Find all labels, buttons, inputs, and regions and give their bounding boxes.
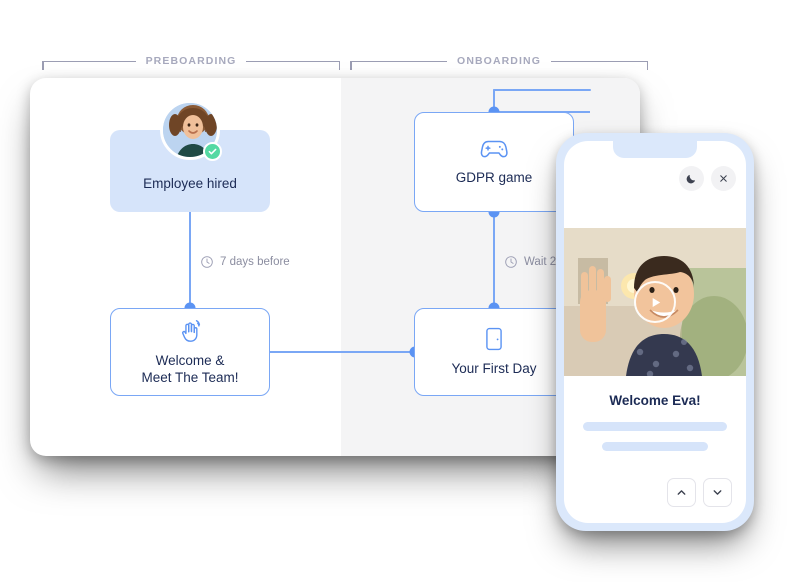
text-placeholder-line <box>602 442 708 451</box>
phone-welcome-title: Welcome Eva! <box>609 393 701 408</box>
play-button[interactable] <box>634 281 676 323</box>
moon-icon <box>685 172 698 185</box>
phase-header-onboarding: ONBOARDING <box>350 50 649 72</box>
flow-node-your-first-day[interactable]: Your First Day <box>414 308 574 396</box>
workflow-board: Employee hired Welcome & Meet The Team! <box>30 78 640 456</box>
phase-header-preboarding: PREBOARDING <box>42 50 341 72</box>
flow-node-label: Your First Day <box>451 361 537 377</box>
phase-label-onboarding: ONBOARDING <box>457 55 541 67</box>
flow-node-label: Welcome & Meet The Team! <box>141 352 239 385</box>
chevron-down-icon <box>711 486 724 499</box>
chevron-up-icon <box>675 486 688 499</box>
bracket-left-preboarding <box>42 57 136 70</box>
waving-hand-icon <box>177 318 203 344</box>
phone-notch <box>613 141 697 158</box>
avatar <box>160 100 222 161</box>
welcome-video[interactable] <box>564 228 746 376</box>
check-icon <box>203 142 222 161</box>
flow-node-label: Employee hired <box>143 175 237 191</box>
phone-nav-buttons <box>667 478 732 507</box>
phone-mockup: Welcome Eva! <box>556 133 754 531</box>
flow-node-gdpr-game[interactable]: GDPR game <box>414 112 574 212</box>
bracket-left-onboarding <box>350 57 448 70</box>
close-button[interactable] <box>711 166 736 191</box>
clock-icon <box>504 255 518 269</box>
close-icon <box>718 173 729 184</box>
door-icon <box>484 326 504 352</box>
next-button[interactable] <box>703 478 732 507</box>
flow-node-label: GDPR game <box>455 170 533 186</box>
play-icon <box>648 295 663 310</box>
flow-node-welcome-meet-team[interactable]: Welcome & Meet The Team! <box>110 308 270 396</box>
timing-chip-7-days-before: 7 days before <box>200 255 290 269</box>
bracket-right-preboarding <box>246 57 341 70</box>
clock-icon <box>200 255 214 269</box>
flow-node-employee-hired[interactable]: Employee hired <box>110 100 270 212</box>
screenshot-root: PREBOARDING ONBOARDING Employee hired We… <box>0 0 800 582</box>
text-placeholder-line <box>583 422 727 431</box>
previous-button[interactable] <box>667 478 696 507</box>
phone-screen: Welcome Eva! <box>564 141 746 523</box>
dark-mode-button[interactable] <box>679 166 704 191</box>
bracket-right-onboarding <box>550 57 649 70</box>
phone-header-actions <box>679 166 736 191</box>
timing-label: 7 days before <box>220 256 290 268</box>
phase-label-preboarding: PREBOARDING <box>145 55 237 67</box>
gamepad-icon <box>479 137 509 161</box>
